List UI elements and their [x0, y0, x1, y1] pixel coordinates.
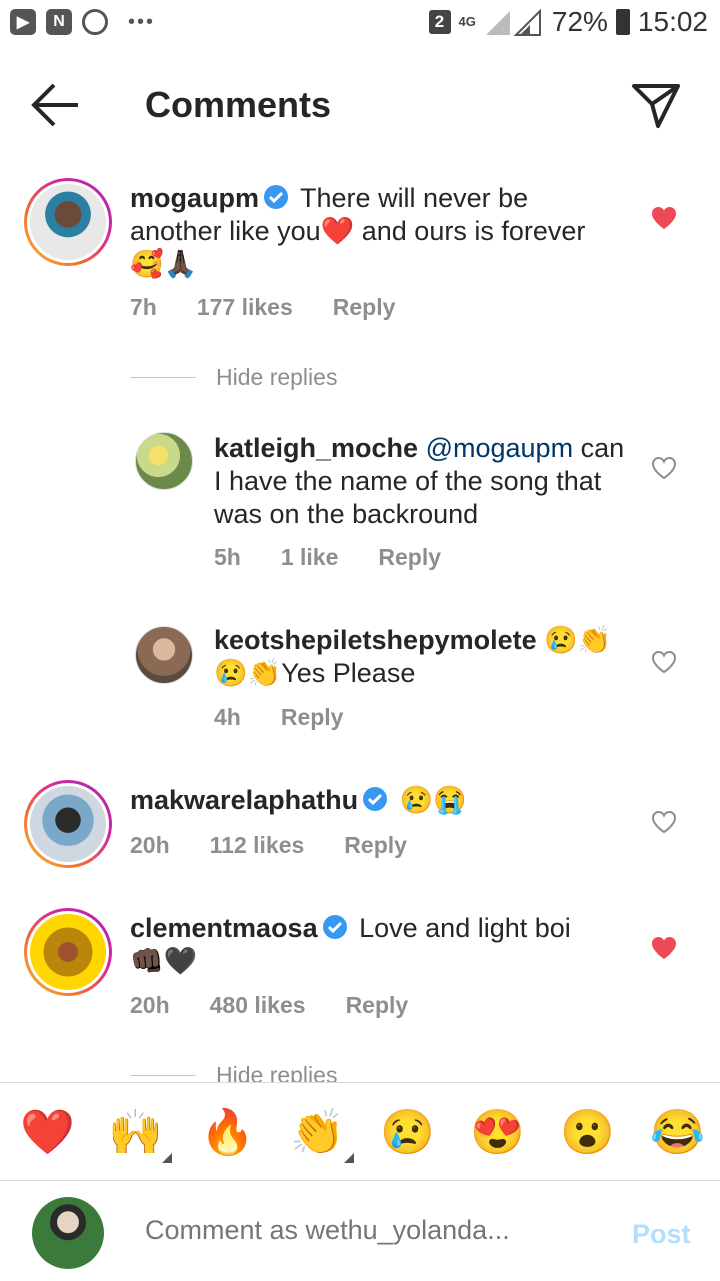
comment-time: 20h — [130, 992, 170, 1018]
avatar[interactable] — [135, 432, 193, 490]
comment-likes[interactable]: 177 likes — [197, 294, 293, 321]
comment-item: makwarelaphathu 😢😭 20h 112 likes Reply — [0, 780, 720, 870]
comment-meta: 20h 112 likes Reply — [130, 832, 407, 859]
comment-meta: 5h 1 like Reply — [214, 544, 441, 571]
more-notifications-icon: ••• — [128, 10, 156, 33]
sim-badge: 2 — [428, 10, 451, 34]
my-avatar — [32, 1197, 104, 1269]
like-heart-icon[interactable] — [651, 810, 677, 834]
emoji-clap-button[interactable]: 👏 — [290, 1107, 354, 1163]
reply-item: katleigh_moche @mogaupm can I have the n… — [0, 432, 720, 582]
comment-time: 20h — [130, 832, 170, 858]
comment-username[interactable]: keotshepiletshepymolete — [214, 625, 537, 655]
comment-text: can — [580, 433, 625, 463]
comment-item: mogaupm There will never be another like… — [0, 178, 720, 328]
comment-username[interactable]: katleigh_moche — [214, 433, 418, 463]
red-heart-emoji: ❤️ — [320, 216, 355, 246]
comment-text: and ours is forever — [354, 216, 586, 246]
reply-button[interactable]: Reply — [378, 544, 441, 571]
comment-emojis: 🥰🙏🏿 — [130, 249, 198, 279]
comment-item: clementmaosa Love and light boi 👊🏿🖤 20h … — [0, 908, 720, 1028]
comment-text: another like you — [130, 216, 321, 246]
network-type: 4G — [458, 14, 476, 29]
comment-username[interactable]: clementmaosa — [130, 913, 318, 943]
emoji-heart-eyes-button[interactable]: 😍 — [470, 1107, 525, 1159]
system-status: 2 4G 72% 15:02 — [428, 6, 708, 38]
comment-text: 😢👏Yes Please — [214, 658, 416, 688]
comment-likes[interactable]: 480 likes — [210, 992, 306, 1019]
reply-button[interactable]: Reply — [344, 832, 407, 859]
comment-likes[interactable]: 112 likes — [210, 832, 305, 859]
like-heart-icon[interactable] — [651, 936, 677, 960]
app-n-icon: N — [46, 9, 72, 35]
emoji-laughing-button[interactable]: 😂 — [650, 1107, 705, 1159]
reply-button[interactable]: Reply — [333, 294, 396, 321]
comment-time: 7h — [130, 294, 157, 320]
comment-time: 5h — [214, 544, 241, 570]
reply-button[interactable]: Reply — [281, 704, 344, 731]
comment-username[interactable]: makwarelaphathu — [130, 785, 358, 815]
like-heart-icon[interactable] — [651, 206, 677, 230]
comment-composer: Post — [0, 1180, 720, 1281]
avatar[interactable] — [24, 908, 112, 996]
verified-badge-icon — [322, 915, 347, 939]
comment-likes[interactable]: 1 like — [281, 544, 339, 571]
emoji-crying-button[interactable]: 😢 — [380, 1107, 435, 1159]
verified-badge-icon — [264, 185, 289, 209]
comment-emojis: 😢👏 — [544, 625, 612, 655]
comments-header: Comments — [0, 60, 720, 150]
verified-badge-icon — [363, 787, 388, 811]
avatar[interactable] — [135, 626, 193, 684]
share-send-icon[interactable] — [630, 80, 682, 132]
back-arrow-icon[interactable] — [30, 82, 82, 128]
comment-time: 4h — [214, 704, 241, 730]
divider — [130, 377, 196, 378]
clap-emoji: 👏 — [290, 1108, 345, 1157]
notification-icons: ▶ N ••• — [10, 9, 155, 35]
comment-username[interactable]: mogaupm — [130, 183, 259, 213]
comment-meta: 7h 177 likes Reply — [130, 294, 395, 321]
hide-replies-label: Hide replies — [216, 364, 338, 390]
like-heart-icon[interactable] — [651, 650, 677, 674]
play-icon: ▶ — [10, 9, 36, 35]
raised-hands-emoji: 🙌 — [108, 1108, 163, 1157]
avatar[interactable] — [24, 178, 112, 266]
page-title: Comments — [145, 84, 332, 125]
reply-button[interactable]: Reply — [346, 992, 409, 1019]
comment-text: was on the backround — [214, 499, 479, 529]
skin-tone-indicator-icon — [162, 1153, 172, 1163]
emoji-surprised-button[interactable]: 😮 — [560, 1107, 615, 1159]
post-button[interactable]: Post — [632, 1219, 691, 1250]
comment-emojis: 😢😭 — [399, 785, 467, 815]
emoji-fire-button[interactable]: 🔥 — [200, 1107, 255, 1159]
quick-emoji-bar: ❤️ 🙌 🔥 👏 😢 😍 😮 😂 — [0, 1082, 720, 1181]
battery-percent: 72% — [551, 6, 608, 37]
emoji-raised-hands-button[interactable]: 🙌 — [108, 1107, 172, 1163]
battery-icon — [615, 9, 630, 35]
opera-icon — [82, 9, 108, 35]
clock: 15:02 — [637, 6, 708, 37]
comment-text: There will never be — [300, 183, 529, 213]
comment-text: I have the name of the song that — [214, 466, 602, 496]
comment-meta: 4h Reply — [214, 704, 343, 731]
avatar[interactable] — [24, 780, 112, 868]
signal-icon — [485, 8, 541, 36]
comment-text: Love and light boi — [359, 913, 571, 943]
comment-input[interactable] — [145, 1215, 605, 1246]
comment-meta: 20h 480 likes Reply — [130, 992, 408, 1019]
divider — [130, 1075, 196, 1076]
like-heart-icon[interactable] — [651, 456, 677, 480]
reply-item: keotshepiletshepymolete 😢👏 😢👏Yes Please … — [0, 624, 720, 744]
emoji-heart-button[interactable]: ❤️ — [20, 1107, 75, 1159]
skin-tone-indicator-icon — [344, 1153, 354, 1163]
mention-link[interactable]: @mogaupm — [426, 433, 573, 463]
comment-emojis: 👊🏿🖤 — [130, 946, 198, 976]
hide-replies-toggle[interactable]: Hide replies — [130, 364, 337, 391]
status-bar: ▶ N ••• 2 4G 72% 15:02 — [0, 0, 720, 48]
